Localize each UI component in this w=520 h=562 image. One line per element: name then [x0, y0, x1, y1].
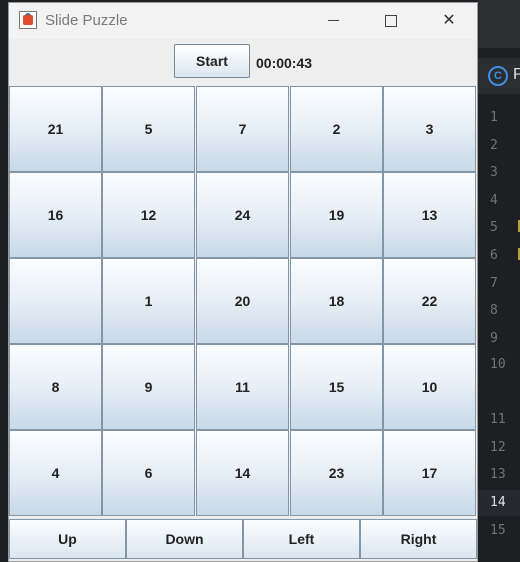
- ide-line-number: 6: [490, 248, 498, 263]
- puzzle-tile[interactable]: 18: [290, 258, 383, 344]
- ide-line-number: 2: [490, 138, 498, 153]
- puzzle-tile[interactable]: 21: [9, 86, 102, 172]
- toolbar: Start 00:00:43: [9, 39, 477, 87]
- left-button[interactable]: Left: [243, 519, 360, 559]
- ide-toolbar: [478, 0, 520, 48]
- puzzle-tile[interactable]: 6: [102, 430, 195, 516]
- puzzle-tile[interactable]: 13: [383, 172, 476, 258]
- ide-line-number-active: 14: [490, 495, 506, 510]
- empty-tile[interactable]: [9, 258, 102, 344]
- puzzle-tile[interactable]: 10: [383, 344, 476, 430]
- slide-puzzle-window: Slide Puzzle ✕ Start 00:00:43 21 5 7 2 3 16 12…: [8, 2, 478, 562]
- ide-line-number: 1: [490, 110, 498, 125]
- ide-line-number: 13: [490, 467, 506, 482]
- puzzle-tile[interactable]: 14: [196, 430, 289, 516]
- up-button[interactable]: Up: [9, 519, 126, 559]
- close-button[interactable]: ✕: [421, 3, 477, 39]
- puzzle-tile[interactable]: 7: [196, 86, 289, 172]
- ide-line-number: 9: [490, 331, 498, 346]
- window-title: Slide Puzzle: [45, 12, 128, 29]
- puzzle-tile[interactable]: 12: [102, 172, 195, 258]
- ide-line-number: 15: [490, 523, 506, 538]
- puzzle-tile[interactable]: 15: [290, 344, 383, 430]
- puzzle-tile[interactable]: 8: [9, 344, 102, 430]
- puzzle-tile[interactable]: 5: [102, 86, 195, 172]
- ide-line-number: 8: [490, 303, 498, 318]
- puzzle-tile[interactable]: 22: [383, 258, 476, 344]
- ide-line-number: 10: [490, 357, 506, 372]
- right-button[interactable]: Right: [360, 519, 477, 559]
- ide-line-number: 5: [490, 220, 498, 235]
- puzzle-tile[interactable]: 11: [196, 344, 289, 430]
- ide-line-number: 11: [490, 412, 506, 427]
- puzzle-tile[interactable]: 9: [102, 344, 195, 430]
- maximize-button[interactable]: [363, 3, 419, 39]
- puzzle-board: 21 5 7 2 3 16 12 24 19 13 1 20 18 22 8 9 11 15 10 4 6 14 23 17: [9, 86, 477, 516]
- direction-controls: Up Down Left Right: [9, 519, 477, 559]
- puzzle-tile[interactable]: 23: [290, 430, 383, 516]
- puzzle-tile[interactable]: 1: [102, 258, 195, 344]
- start-button[interactable]: Start: [174, 44, 250, 78]
- background-ide-editor: C P 1 2 3 4 5 6 7 8 9 10 11 12 13 14 15: [478, 0, 520, 552]
- minimize-icon: [327, 20, 339, 22]
- puzzle-tile[interactable]: 20: [196, 258, 289, 344]
- background-edge: [0, 0, 8, 552]
- elapsed-timer: 00:00:43: [256, 55, 313, 71]
- ide-line-number: 12: [490, 440, 506, 455]
- ide-line-number: 4: [490, 193, 498, 208]
- puzzle-tile[interactable]: 17: [383, 430, 476, 516]
- puzzle-tile[interactable]: 16: [9, 172, 102, 258]
- puzzle-tile[interactable]: 2: [290, 86, 383, 172]
- ide-line-number: 3: [490, 165, 498, 180]
- java-cup-icon: [19, 11, 37, 29]
- minimize-button[interactable]: [305, 3, 361, 39]
- down-button[interactable]: Down: [126, 519, 243, 559]
- ide-line-number: 7: [490, 276, 498, 291]
- title-bar[interactable]: Slide Puzzle ✕: [9, 3, 477, 39]
- ide-tab-label: P: [513, 66, 520, 83]
- puzzle-tile[interactable]: 3: [383, 86, 476, 172]
- close-icon: ✕: [442, 12, 456, 29]
- class-file-icon: C: [488, 66, 508, 86]
- puzzle-tile[interactable]: 19: [290, 172, 383, 258]
- puzzle-tile[interactable]: 24: [196, 172, 289, 258]
- maximize-icon: [385, 14, 397, 27]
- puzzle-tile[interactable]: 4: [9, 430, 102, 516]
